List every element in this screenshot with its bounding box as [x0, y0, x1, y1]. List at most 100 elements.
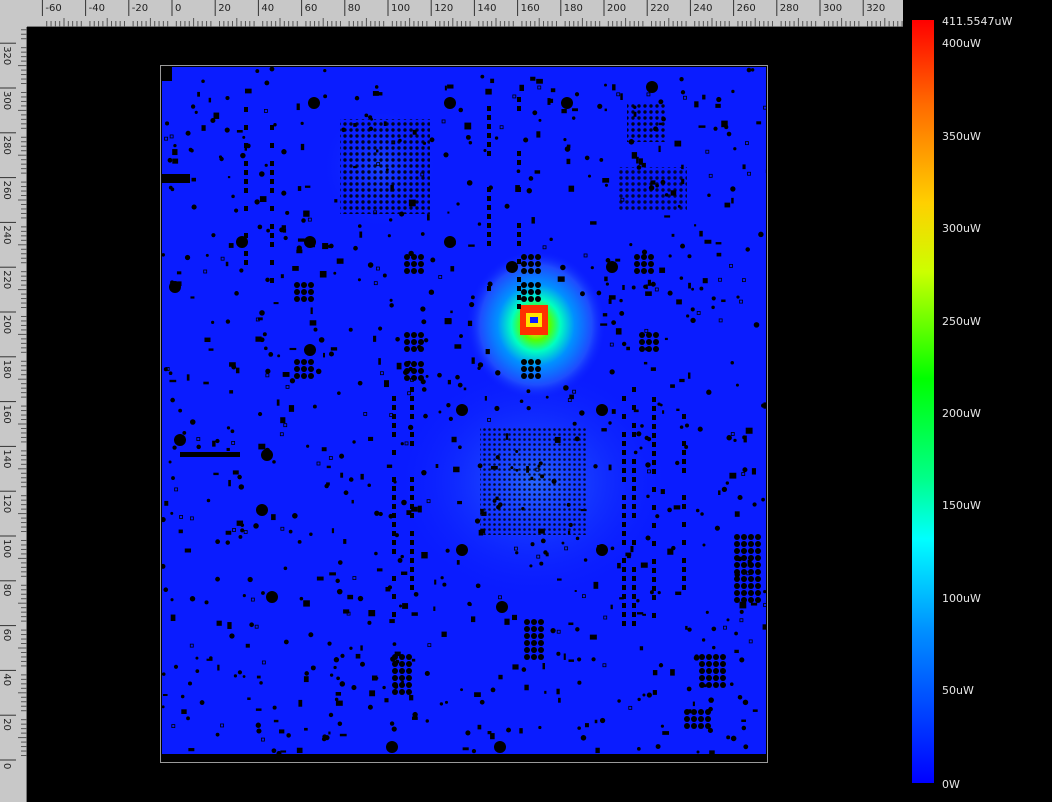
pad — [521, 366, 527, 372]
ruler-top-label: 40 — [261, 3, 274, 14]
component-via — [551, 478, 557, 484]
component-pad — [360, 645, 363, 651]
component-pad — [480, 508, 484, 514]
pad — [538, 633, 544, 639]
component-pad — [580, 509, 587, 512]
component-via — [180, 694, 185, 699]
component-pad — [484, 396, 487, 401]
component-outline — [718, 318, 723, 323]
component-pad — [172, 158, 179, 164]
component-pad — [652, 469, 656, 474]
component-via — [537, 464, 541, 468]
component-via — [348, 477, 354, 482]
component-via — [587, 174, 592, 178]
pad — [755, 569, 761, 575]
component-pad — [227, 176, 231, 179]
pad — [521, 282, 527, 288]
component-via — [633, 450, 638, 455]
pad — [294, 373, 300, 379]
component-outline — [232, 528, 236, 532]
via-hole — [496, 601, 508, 613]
legend-label-50: 50uW — [942, 684, 974, 697]
component-pad — [321, 447, 327, 452]
component-via — [538, 725, 542, 730]
component-outline — [169, 134, 174, 139]
component-pad — [659, 267, 666, 273]
component-via — [443, 152, 449, 158]
component-via — [691, 287, 695, 291]
pad — [521, 359, 527, 365]
component-pad — [236, 520, 244, 526]
component-pad — [281, 225, 286, 229]
component-pad — [225, 530, 232, 535]
component-pad — [392, 450, 396, 455]
component-via — [389, 721, 395, 726]
ruler-left-label: 160 — [1, 405, 12, 424]
component-via — [185, 130, 191, 136]
component-via — [211, 320, 215, 325]
component-pad — [244, 125, 248, 130]
ruler-left-label: 180 — [1, 360, 12, 379]
component-pad — [401, 680, 404, 687]
component-via — [194, 110, 198, 114]
component-via — [254, 199, 260, 205]
component-pad — [309, 320, 317, 326]
component-pad — [377, 92, 383, 96]
component-via — [162, 672, 166, 676]
component-via — [549, 237, 553, 242]
component-pad — [652, 406, 656, 411]
component-pad — [441, 631, 447, 637]
pad — [301, 359, 307, 365]
component-pad — [652, 568, 656, 573]
component-via — [580, 735, 587, 741]
component-pad — [298, 699, 303, 707]
pad — [524, 654, 530, 660]
component-via — [539, 561, 544, 566]
component-via — [642, 693, 646, 697]
component-pad — [698, 125, 706, 128]
component-pad — [304, 727, 308, 731]
component-pad — [734, 511, 740, 517]
pad — [748, 597, 754, 603]
component-pad — [351, 499, 354, 504]
component-via — [309, 532, 313, 536]
component-via — [229, 633, 235, 639]
component-via — [170, 511, 174, 515]
component-pad — [392, 414, 396, 419]
component-pad — [384, 698, 389, 703]
pad — [406, 668, 412, 674]
component-via — [741, 725, 747, 731]
component-outline — [581, 594, 586, 599]
power-map-board[interactable] — [162, 67, 766, 754]
component-via — [446, 403, 451, 408]
component-via — [205, 253, 209, 257]
component-pad — [714, 654, 718, 658]
component-pad — [470, 616, 476, 623]
component-pad — [271, 514, 276, 521]
component-via — [357, 380, 363, 386]
component-pad — [544, 690, 547, 694]
component-pad — [554, 436, 561, 443]
component-pad — [490, 78, 495, 84]
component-via — [761, 497, 765, 502]
component-pad — [622, 567, 626, 572]
pad — [741, 562, 747, 568]
via-hole — [494, 741, 506, 753]
pad — [699, 661, 705, 667]
component-via — [199, 700, 205, 705]
component-pad — [409, 695, 414, 701]
component-via — [690, 307, 695, 312]
pad — [653, 339, 659, 345]
component-via — [605, 258, 611, 263]
component-via — [477, 463, 483, 469]
pad — [755, 597, 761, 603]
component-pad — [743, 435, 747, 443]
component-pad — [495, 496, 499, 501]
component-via — [328, 243, 334, 249]
component-via — [408, 366, 413, 372]
vertical-ruler-ticks: 3203002802602402202001801601401201008060… — [0, 29, 27, 769]
component-via — [577, 657, 582, 662]
component-via — [504, 203, 510, 209]
component-outline — [407, 391, 412, 396]
component-via — [173, 143, 177, 148]
